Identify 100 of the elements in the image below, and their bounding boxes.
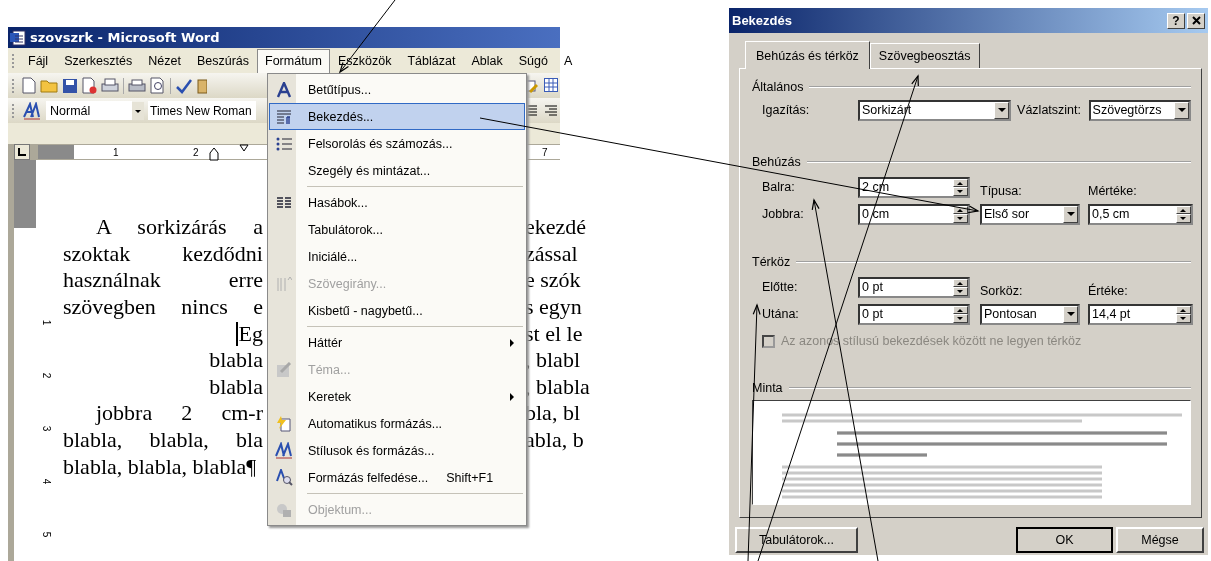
spin-field[interactable]: 0 pt	[858, 303, 970, 325]
tab-stop-icon	[18, 148, 26, 156]
ruler-number: 1	[40, 319, 52, 325]
tab[interactable]: Behúzás és térköz	[745, 41, 870, 69]
document-icon[interactable]	[82, 77, 97, 94]
section-heading: Minta	[752, 381, 783, 395]
menu-item[interactable]: Keretek	[269, 383, 525, 410]
spin-field[interactable]: 0,5 cm	[1088, 203, 1193, 225]
document-text: A sorkizárás a	[96, 214, 263, 241]
menu-item[interactable]: Stílusok és formázás...	[269, 437, 525, 464]
tab[interactable]: Szövegbeosztás	[869, 43, 980, 68]
menu-bar-item[interactable]: Formátum	[257, 49, 330, 74]
field-label: Utána:	[761, 307, 800, 321]
text-direction-icon	[276, 275, 292, 292]
window-title: szovszrk - Microsoft Word	[30, 30, 220, 45]
close-icon	[1191, 16, 1201, 25]
save-icon[interactable]	[62, 77, 78, 94]
styles-icon[interactable]	[22, 101, 42, 120]
menu-bar-item[interactable]: Ablak	[463, 48, 511, 73]
ruler-number: 2	[193, 146, 199, 158]
field-label: Jobbra:	[761, 207, 805, 221]
menu-bar-item[interactable]: Nézet	[140, 48, 189, 73]
font-dropdown[interactable]: Times New Roman	[148, 101, 256, 120]
document-text: használnak erre	[63, 267, 263, 294]
table-icon[interactable]	[544, 77, 558, 92]
menu-item[interactable]: Felsorolás és számozás...	[269, 130, 525, 157]
document-text: szövegben nincs e	[63, 294, 263, 321]
menu-bar-item[interactable]: A	[555, 48, 581, 73]
dropdown[interactable]: Pontosan	[980, 303, 1080, 325]
menu-item[interactable]: Iniciálé...	[269, 243, 525, 270]
menu-bar-item[interactable]: Beszúrás	[188, 48, 257, 73]
ruler-number: 3	[40, 425, 52, 432]
columns-icon	[276, 196, 292, 209]
field-label: Vázlatszint:	[1017, 103, 1082, 117]
close-button[interactable]	[1187, 12, 1205, 29]
field-label: Értéke:	[1088, 284, 1129, 298]
spin-field[interactable]: 14,4 pt	[1088, 303, 1193, 325]
spin-field[interactable]: 0 cm	[858, 203, 970, 225]
spellcheck-icon[interactable]	[175, 77, 193, 94]
ruler-number: 4	[40, 478, 52, 485]
document-text: szoktak kezdődni	[63, 240, 263, 267]
spinner-icon[interactable]	[1176, 305, 1191, 323]
document-text: abla, b	[525, 427, 584, 454]
menu-item[interactable]: Tabulátorok...	[269, 216, 525, 243]
align-right-icon[interactable]	[544, 103, 558, 118]
indent-marker[interactable]	[239, 144, 249, 154]
spinner-icon[interactable]	[953, 178, 968, 196]
printer-icon[interactable]	[128, 77, 146, 94]
menu-item[interactable]: Automatikus formázás...	[269, 410, 525, 437]
font-icon	[276, 81, 292, 98]
paste-icon[interactable]	[197, 77, 207, 94]
dialog-title: Bekezdés	[732, 13, 792, 28]
menu-item[interactable]: Szegély és mintázat...	[269, 157, 525, 184]
document-text: Eg	[235, 320, 263, 347]
menu-bar-item[interactable]: Fájl	[20, 48, 57, 73]
spinner-icon[interactable]	[953, 305, 968, 323]
document-text: blabla	[209, 373, 263, 400]
menu-item[interactable]: Betűtípus...	[269, 76, 525, 103]
ruler-number: 5	[40, 531, 52, 538]
menu-item[interactable]: Kisbetű - nagybetű...	[269, 297, 525, 324]
printer-icon[interactable]	[101, 77, 119, 94]
paragraph-icon	[276, 109, 292, 124]
menu-item[interactable]: Bekezdés...	[269, 103, 525, 130]
field-label: Balra:	[761, 180, 796, 194]
spin-field[interactable]: 0 pt	[858, 276, 970, 298]
document-text: blabla, blabla, bla	[63, 427, 263, 454]
menu-item[interactable]: Háttér	[269, 324, 525, 356]
field-label: Előtte:	[761, 280, 799, 294]
document-text: zással	[525, 240, 578, 267]
menu-bar-item[interactable]: Szerkesztés	[56, 48, 141, 73]
dropdown[interactable]: Sorkizárt	[858, 99, 1012, 121]
dropdown[interactable]: Szövegtörzs	[1088, 99, 1191, 121]
dialog-button[interactable]: OK	[1016, 527, 1113, 553]
spinner-icon[interactable]	[1176, 205, 1191, 223]
menu-item[interactable]: Hasábok...	[269, 184, 525, 216]
menu-bar-item[interactable]: Táblázat	[399, 48, 464, 73]
document-icon	[10, 29, 26, 46]
dropdown[interactable]: Első sor	[980, 203, 1080, 225]
tab-selector[interactable]	[14, 144, 30, 160]
dialog-button[interactable]: Mégse	[1116, 527, 1204, 553]
spinner-icon[interactable]	[953, 205, 968, 223]
autoformat-icon	[276, 415, 292, 432]
ruler-number: 1	[113, 146, 119, 158]
field-label: Típusa:	[980, 184, 1023, 198]
menu-bar-item[interactable]: Eszközök	[329, 48, 400, 73]
new-document-icon[interactable]	[22, 77, 36, 94]
spinner-icon[interactable]	[953, 278, 968, 296]
field-label: Igazítás:	[761, 103, 811, 117]
menu-bar-item[interactable]: Súgó	[510, 48, 556, 73]
field-label: Sorköz:	[980, 284, 1024, 298]
print-preview-icon[interactable]	[150, 77, 166, 94]
field-label: Mértéke:	[1088, 184, 1138, 198]
align-justify-icon[interactable]	[524, 103, 538, 118]
section-heading: Térköz	[752, 255, 791, 269]
help-button[interactable]: ?	[1167, 12, 1185, 29]
ruler-number: 7	[542, 146, 548, 158]
object-icon	[276, 501, 292, 518]
style-dropdown[interactable]: Normál	[46, 101, 132, 120]
menu-item[interactable]: Formázás felfedése... Shift+F1	[269, 464, 525, 491]
ruler-margin	[38, 145, 74, 159]
